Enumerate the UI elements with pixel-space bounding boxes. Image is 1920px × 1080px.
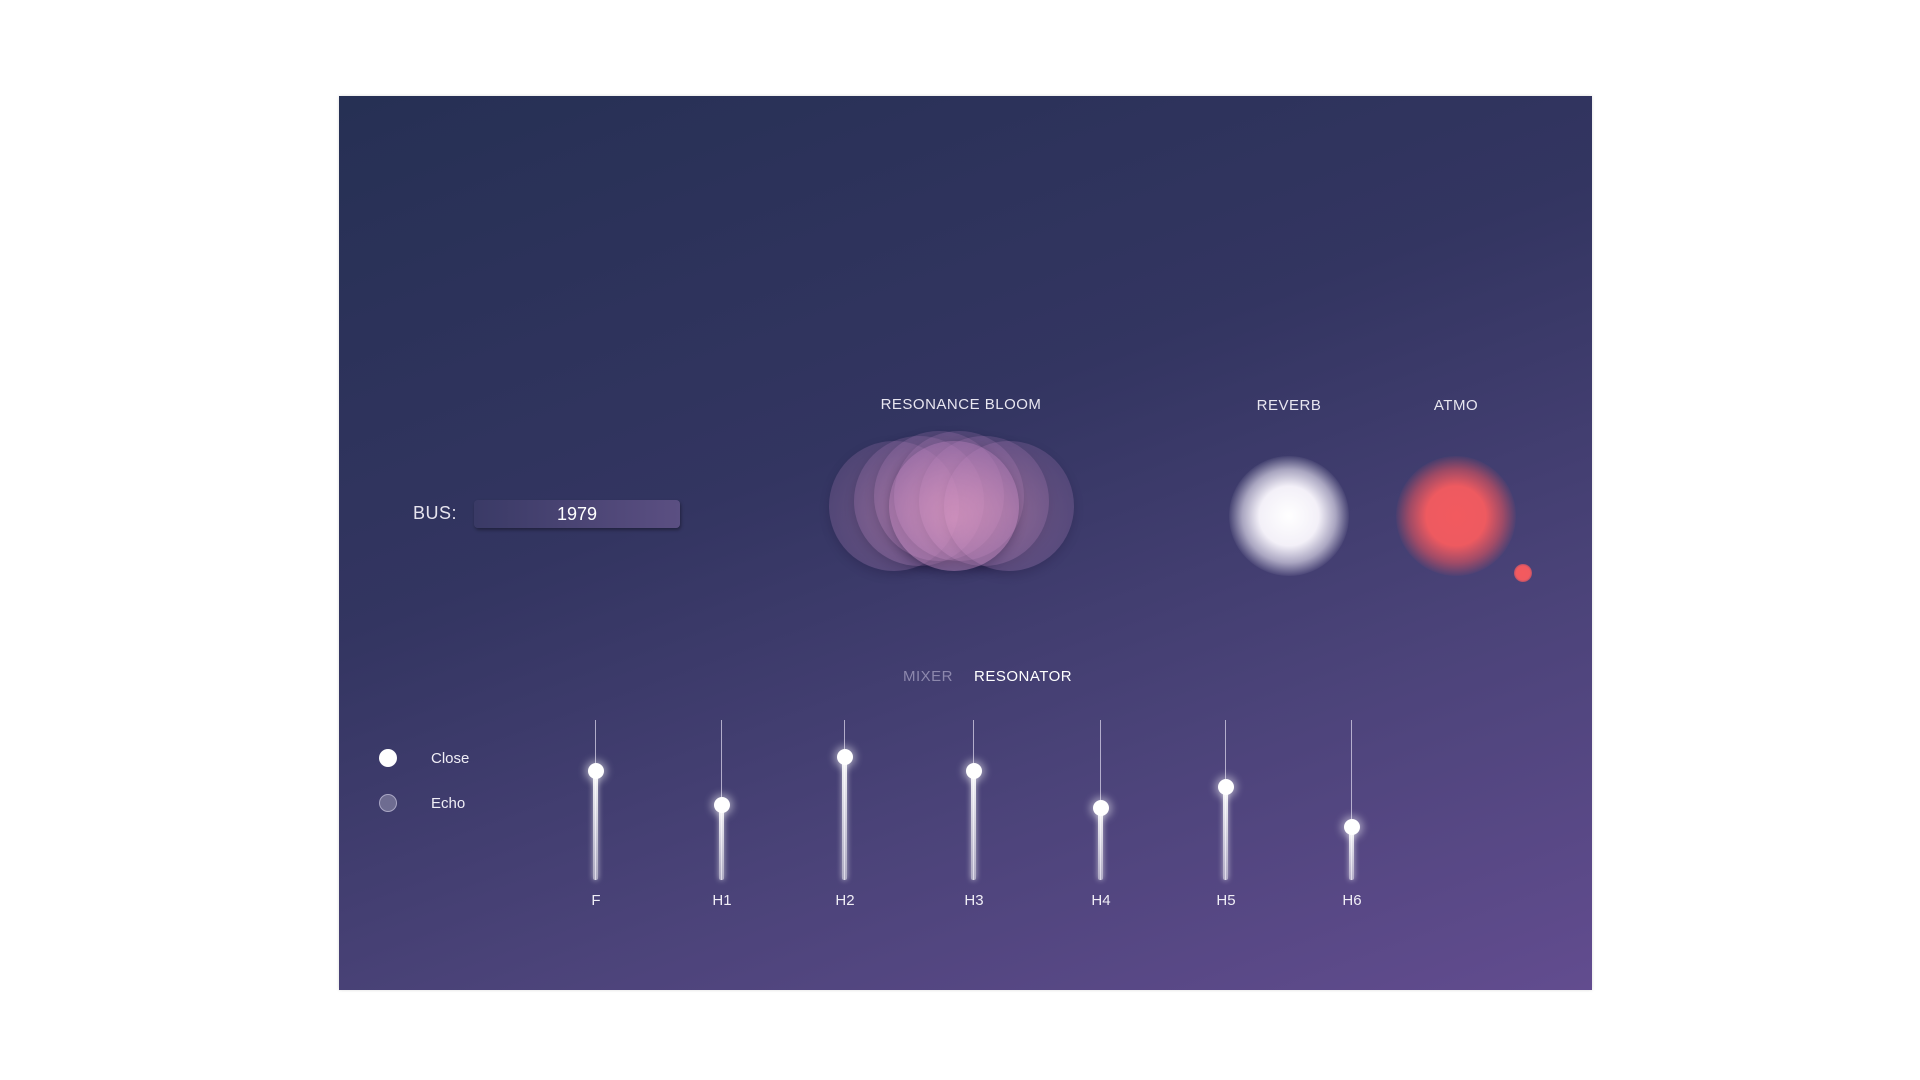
atmo-orb[interactable] (1396, 456, 1516, 576)
tab-mixer[interactable]: MIXER (903, 668, 953, 685)
slider-label: H6 (1342, 892, 1362, 909)
slider-fill (971, 771, 976, 880)
mode-close-option[interactable]: Close (379, 747, 469, 769)
slider-label: H1 (712, 892, 732, 909)
slider-f[interactable]: F (576, 720, 616, 910)
slider-label: H3 (964, 892, 984, 909)
mode-echo-label: Echo (431, 794, 466, 812)
mode-close-label: Close (431, 749, 470, 767)
resonance-bloom-visual[interactable] (829, 431, 1094, 581)
reverb-title: REVERB (1256, 397, 1322, 414)
slider-fill (1098, 808, 1103, 880)
slider-knob[interactable] (714, 796, 730, 813)
bloom-circle-core (889, 441, 1019, 571)
slider-knob[interactable] (966, 763, 982, 780)
slider-h4[interactable]: H4 (1081, 720, 1121, 910)
slider-h2[interactable]: H2 (825, 720, 865, 910)
slider-h1[interactable]: H1 (702, 720, 742, 910)
atmo-title: ATMO (1433, 397, 1479, 414)
slider-h5[interactable]: H5 (1206, 720, 1246, 910)
slider-fill (1349, 827, 1354, 880)
tab-resonator[interactable]: RESONATOR (974, 668, 1072, 685)
resonator-panel: BUS: RESONANCE BLOOM REVERB ATMO MIXER R… (339, 96, 1592, 990)
slider-label: H4 (1091, 892, 1111, 909)
slider-fill (593, 771, 598, 880)
slider-knob[interactable] (1093, 800, 1109, 816)
slider-knob[interactable] (1218, 779, 1234, 796)
slider-knob[interactable] (1344, 819, 1360, 836)
slider-fill (1223, 787, 1228, 880)
bus-label: BUS: (413, 503, 458, 523)
slider-label: H5 (1216, 892, 1236, 909)
slider-knob[interactable] (837, 748, 853, 765)
slider-label: H2 (835, 892, 855, 909)
slider-fill (842, 756, 847, 880)
reverb-orb[interactable] (1229, 456, 1349, 576)
slider-h6[interactable]: H6 (1332, 720, 1372, 910)
slider-h3[interactable]: H3 (954, 720, 994, 910)
radio-selected-icon[interactable] (379, 749, 397, 767)
atmo-indicator-dot (1514, 564, 1532, 582)
slider-label: F (591, 892, 601, 909)
slider-fill (719, 804, 724, 880)
radio-unselected-icon[interactable] (379, 794, 397, 812)
resonance-bloom-title: RESONANCE BLOOM (880, 396, 1042, 413)
mode-echo-option[interactable]: Echo (379, 792, 465, 814)
bus-input[interactable] (474, 500, 680, 528)
slider-knob[interactable] (588, 763, 604, 780)
